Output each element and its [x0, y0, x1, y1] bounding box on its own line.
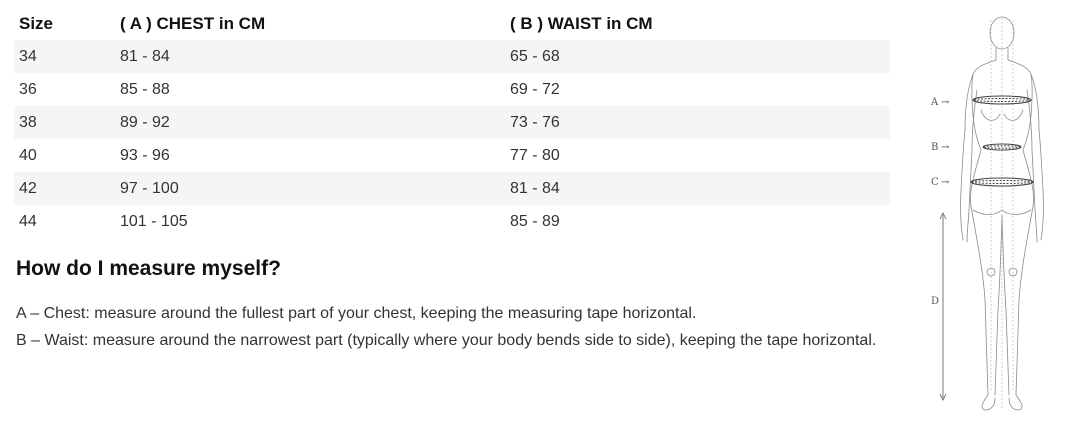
size-cell: 44 — [19, 212, 37, 230]
arrow-b-icon: → — [941, 142, 950, 153]
height-arrow-icon — [939, 212, 947, 401]
waist-cell: 69 - 72 — [510, 80, 560, 98]
size-cell: 36 — [19, 80, 37, 98]
table-header-row: Size ( A ) CHEST in CM ( B ) WAIST in CM — [14, 7, 890, 40]
size-cell: 34 — [19, 47, 37, 65]
table-row: 44 101 - 105 85 - 89 — [14, 205, 890, 238]
chest-cell: 97 - 100 — [120, 179, 179, 197]
size-cell: 42 — [19, 179, 37, 197]
table-row: 36 85 - 88 69 - 72 — [14, 73, 890, 106]
arrow-c-icon: → — [941, 177, 950, 188]
header-size: Size — [19, 13, 54, 33]
chest-instruction: A – Chest: measure around the fullest pa… — [16, 305, 697, 322]
chest-cell: 93 - 96 — [120, 146, 170, 164]
header-chest: ( A ) CHEST in CM — [120, 13, 266, 33]
label-c: C — [931, 177, 939, 188]
header-waist: ( B ) WAIST in CM — [510, 13, 653, 33]
waist-cell: 81 - 84 — [510, 179, 560, 197]
chest-cell: 81 - 84 — [120, 47, 170, 65]
waist-instruction: B – Waist: measure around the narrowest … — [16, 332, 877, 349]
label-d: D — [931, 296, 939, 307]
chest-cell: 89 - 92 — [120, 113, 170, 131]
waist-cell: 77 - 80 — [510, 146, 560, 164]
waist-cell: 85 - 89 — [510, 212, 560, 230]
label-a: A — [930, 97, 939, 108]
table-row: 40 93 - 96 77 - 80 — [14, 139, 890, 172]
body-measurement-figure: A → B → C → D — [925, 10, 1060, 415]
arrow-a-icon: → — [941, 97, 950, 108]
measure-guide-text: A – Chest: measure around the fullest pa… — [16, 300, 886, 354]
waist-cell: 65 - 68 — [510, 47, 560, 65]
label-b: B — [931, 142, 938, 153]
mannequin-illustration: A → B → C → D — [930, 16, 1044, 411]
chest-cell: 85 - 88 — [120, 80, 170, 98]
size-chart-table: Size ( A ) CHEST in CM ( B ) WAIST in CM… — [14, 7, 890, 238]
size-cell: 38 — [19, 113, 37, 131]
measure-guide-title: How do I measure myself? — [16, 257, 281, 280]
size-cell: 40 — [19, 146, 37, 164]
chest-cell: 101 - 105 — [120, 212, 188, 230]
waist-cell: 73 - 76 — [510, 113, 560, 131]
table-row: 42 97 - 100 81 - 84 — [14, 172, 890, 205]
table-row: 34 81 - 84 65 - 68 — [14, 40, 890, 73]
table-row: 38 89 - 92 73 - 76 — [14, 106, 890, 139]
